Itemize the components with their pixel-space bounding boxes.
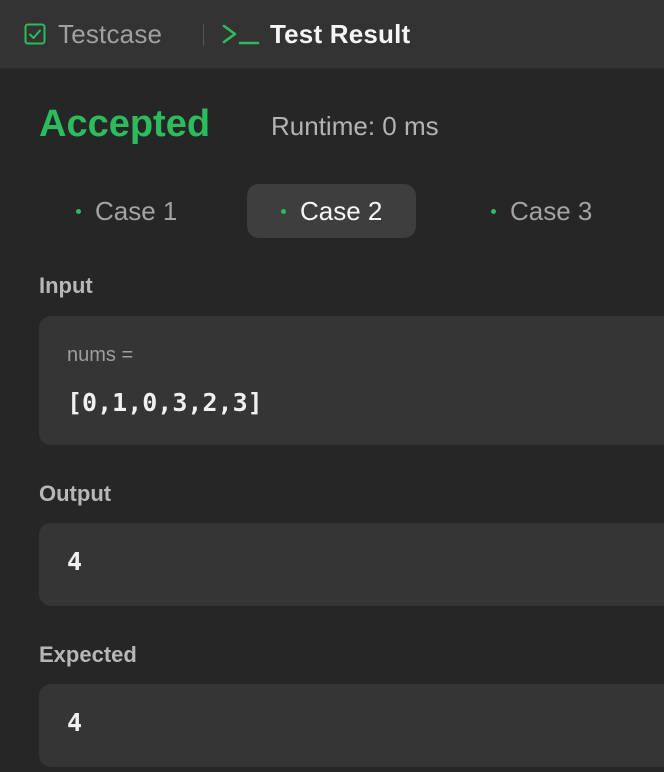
output-box: 4 (39, 523, 664, 606)
runtime-text: Runtime: 0 ms (271, 111, 439, 141)
case-label: Case 2 (300, 195, 383, 226)
dot-icon (491, 208, 496, 214)
tab-test-result[interactable]: Test Result (222, 0, 410, 68)
case-tab-3[interactable]: Case 3 (457, 184, 626, 238)
input-label: Input (39, 273, 93, 298)
expected-label: Expected (39, 642, 137, 667)
panel-tab-bar: Testcase Test Result (0, 0, 664, 69)
test-result-panel: Testcase Test Result Accepted Runtime: 0… (0, 0, 664, 772)
input-box: nums = [0,1,0,3,2,3] (39, 316, 664, 445)
tab-test-result-label: Test Result (270, 18, 411, 49)
case-label: Case 3 (510, 195, 593, 226)
output-label: Output (39, 481, 112, 506)
terminal-icon (222, 23, 260, 45)
result-status: Accepted (39, 103, 211, 145)
output-value: 4 (67, 547, 83, 576)
param-value: [0,1,0,3,2,3] (67, 388, 263, 417)
tab-testcase-label: Testcase (58, 18, 163, 49)
dot-icon (281, 208, 286, 214)
tab-testcase[interactable]: Testcase (24, 0, 162, 68)
dot-icon (76, 208, 81, 214)
case-label: Case 1 (95, 195, 178, 226)
case-tab-2[interactable]: Case 2 (247, 184, 417, 238)
param-name: nums = (67, 344, 134, 366)
checkbox-icon (24, 23, 46, 45)
tab-divider (203, 24, 204, 46)
expected-value: 4 (67, 708, 83, 737)
expected-box: 4 (39, 684, 664, 767)
case-tab-1[interactable]: Case 1 (42, 184, 211, 238)
